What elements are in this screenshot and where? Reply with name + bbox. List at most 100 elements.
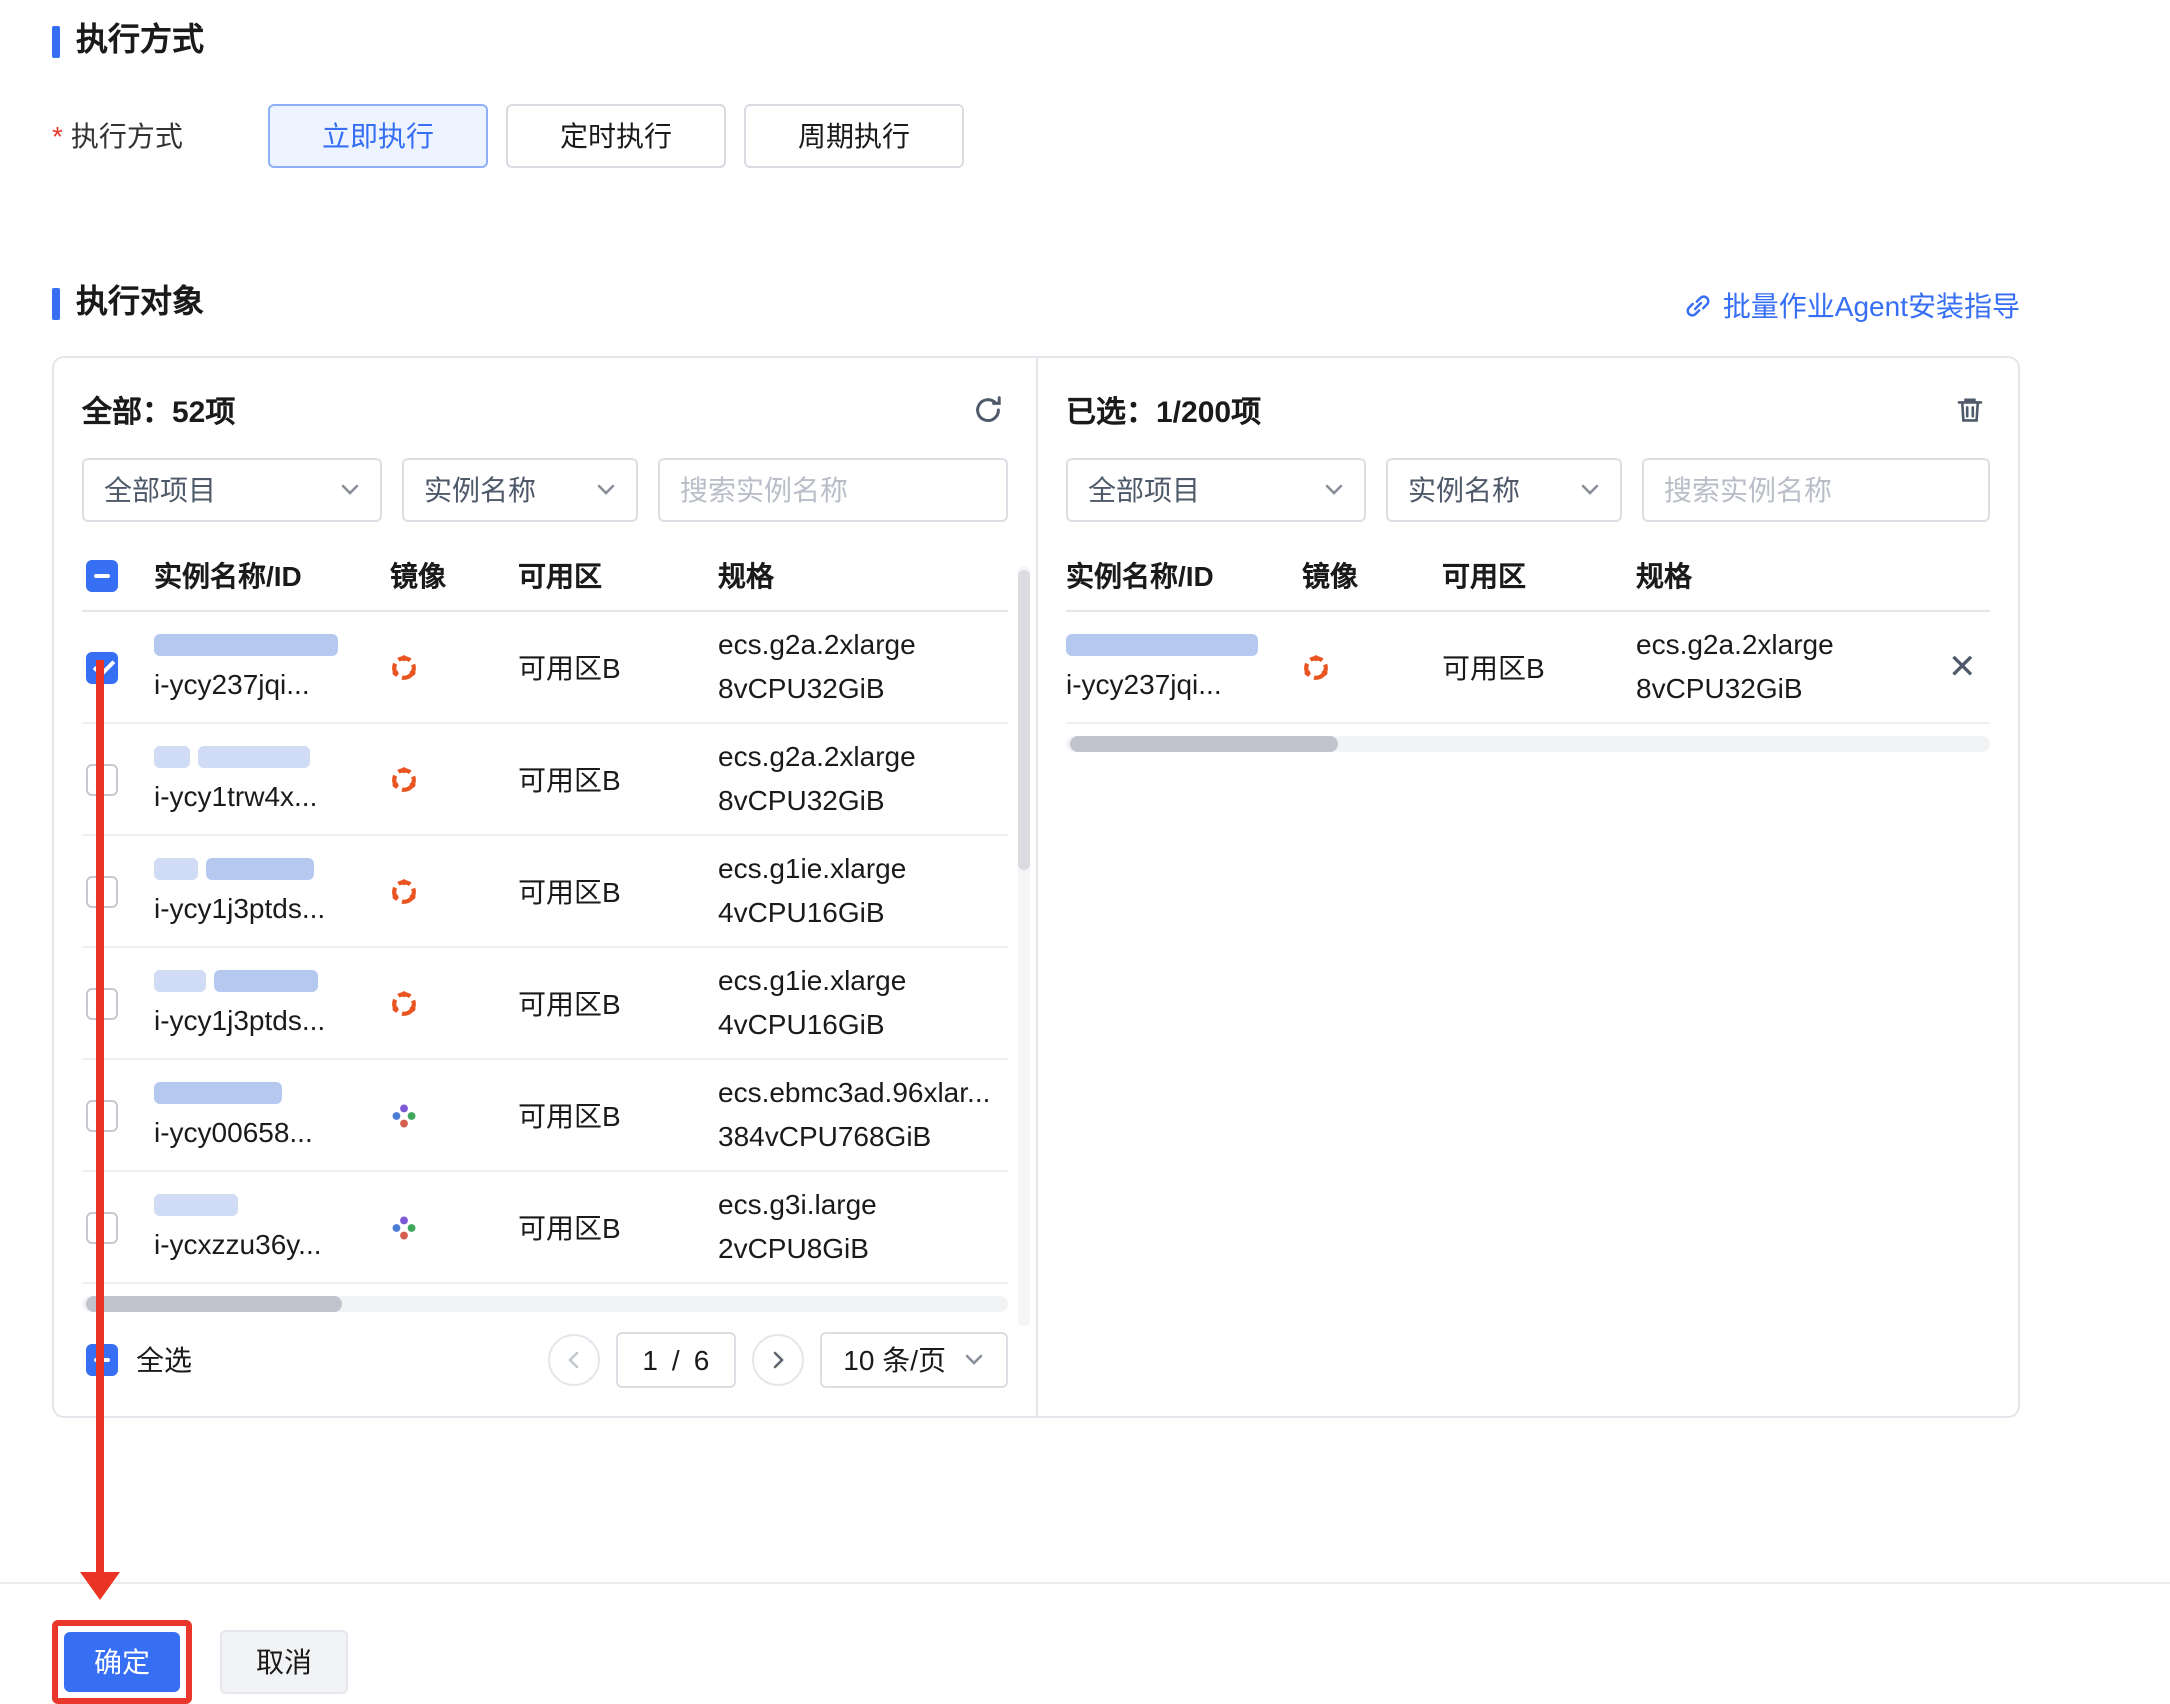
- zone-value: 可用区B: [518, 759, 718, 799]
- column-image: 镜像: [390, 556, 518, 596]
- redacted-instance-name: [154, 634, 338, 656]
- zone-value: 可用区B: [518, 1095, 718, 1135]
- pagination: 1 / 6 10 条/页: [548, 1332, 1008, 1388]
- search-input[interactable]: [658, 458, 1008, 522]
- remove-selected-button[interactable]: ✕: [1936, 648, 1989, 686]
- option-periodic-execution[interactable]: 周期执行: [744, 104, 964, 168]
- search-input[interactable]: [1642, 458, 1990, 522]
- zone-value: 可用区B: [518, 871, 718, 911]
- spec-line1: ecs.g2a.2xlarge: [718, 736, 1008, 779]
- option-scheduled-execution[interactable]: 定时执行: [506, 104, 726, 168]
- section-header-exec-method: 执行方式: [52, 0, 2170, 64]
- redacted-instance-name: [154, 1082, 282, 1104]
- trash-icon: [1954, 402, 1986, 432]
- annotation-arrow-head: [80, 1572, 120, 1600]
- table-row[interactable]: i-ycy00658... 可用区B ecs.ebmc3ad.96xlar...…: [82, 1060, 1008, 1172]
- instance-id: i-ycy237jqi...: [1066, 668, 1302, 700]
- scrollbar-thumb[interactable]: [86, 1296, 342, 1312]
- table-row[interactable]: i-ycy1trw4x... 可用区B ecs.g2a.2xlarge 8vCP…: [82, 724, 1008, 836]
- source-panel-title: 全部：52项: [82, 389, 235, 431]
- page-indicator[interactable]: 1 / 6: [616, 1332, 735, 1388]
- exec-method-section-title: 执行方式: [76, 20, 204, 64]
- page-separator: /: [672, 1344, 680, 1376]
- zone-value: 可用区B: [518, 983, 718, 1023]
- chevron-down-icon: [340, 480, 360, 500]
- chevron-down-icon: [1324, 480, 1344, 500]
- source-table-header: 实例名称/ID 镜像 可用区 规格: [82, 542, 1008, 612]
- annotation-arrow-line: [96, 660, 104, 1576]
- column-spec: 规格: [1636, 556, 1936, 596]
- table-row[interactable]: i-ycy237jqi... 可用区B ecs.g2a.2xlarge 8vCP…: [82, 612, 1008, 724]
- section-accent-bar: [52, 26, 60, 58]
- spec-line2: 8vCPU32GiB: [718, 779, 1008, 822]
- project-filter-dropdown[interactable]: 全部项目: [82, 458, 382, 522]
- confirm-button[interactable]: 确定: [64, 1632, 180, 1692]
- project-filter-dropdown[interactable]: 全部项目: [1066, 458, 1366, 522]
- ubuntu-icon: [390, 653, 518, 681]
- table-row[interactable]: i-ycy1j3ptds... 可用区B ecs.g1ie.xlarge 4vC…: [82, 948, 1008, 1060]
- scrollbar-thumb[interactable]: [1018, 570, 1030, 870]
- page-size-dropdown[interactable]: 10 条/页: [819, 1332, 1008, 1388]
- selected-panel-title: 已选：1/200项: [1066, 389, 1261, 431]
- zone-value: 可用区B: [518, 1207, 718, 1247]
- exec-method-options: 立即执行 定时执行 周期执行: [268, 104, 964, 168]
- chevron-down-icon: [1580, 480, 1600, 500]
- vertical-scrollbar[interactable]: [1018, 566, 1030, 1326]
- table-row[interactable]: i-ycy237jqi... 可用区B ecs.g2a.2xlarge 8vCP…: [1066, 612, 1990, 724]
- required-asterisk: *: [52, 120, 63, 152]
- ubuntu-icon: [390, 765, 518, 793]
- instance-transfer-panel: 全部：52项 全部项目 实例名称: [52, 356, 2020, 1418]
- refresh-button[interactable]: [968, 390, 1008, 430]
- chevron-left-icon: [564, 1350, 584, 1370]
- select-all-label: 全选: [136, 1340, 192, 1380]
- selected-table-header: 实例名称/ID 镜像 可用区 规格: [1066, 542, 1990, 612]
- prev-page-button[interactable]: [548, 1334, 600, 1386]
- table-row[interactable]: i-ycy1j3ptds... 可用区B ecs.g1ie.xlarge 4vC…: [82, 836, 1008, 948]
- horizontal-scrollbar[interactable]: [82, 1296, 1008, 1312]
- instance-id: i-ycy237jqi...: [154, 668, 390, 700]
- cancel-button[interactable]: 取消: [220, 1630, 348, 1694]
- instance-id: i-ycy1j3ptds...: [154, 892, 390, 924]
- zone-value: 可用区B: [518, 647, 718, 687]
- column-image: 镜像: [1302, 556, 1442, 596]
- spec-line1: ecs.g1ie.xlarge: [718, 848, 1008, 891]
- instance-id: i-ycy00658...: [154, 1116, 390, 1148]
- annotation-highlight-box: 确定: [52, 1620, 192, 1704]
- spec-line1: ecs.g2a.2xlarge: [1636, 624, 1936, 667]
- ubuntu-icon: [1302, 653, 1442, 681]
- chevron-down-icon: [964, 1350, 984, 1370]
- redacted-instance-name: [154, 970, 206, 992]
- spec-line2: 4vCPU16GiB: [718, 891, 1008, 934]
- column-name-id: 实例名称/ID: [154, 556, 390, 596]
- redacted-instance-name: [198, 746, 310, 768]
- euler-os-icon: [390, 1101, 518, 1129]
- spec-line2: 384vCPU768GiB: [718, 1115, 1008, 1158]
- spec-line1: ecs.g3i.large: [718, 1184, 1008, 1227]
- next-page-button[interactable]: [751, 1334, 803, 1386]
- option-execute-immediately[interactable]: 立即执行: [268, 104, 488, 168]
- redacted-instance-name: [214, 970, 318, 992]
- exec-target-section-title: 执行对象: [76, 282, 204, 326]
- chevron-down-icon: [596, 480, 616, 500]
- clear-selected-button[interactable]: [1950, 390, 1990, 430]
- search-field-dropdown[interactable]: 实例名称: [1386, 458, 1622, 522]
- source-panel: 全部：52项 全部项目 实例名称: [54, 358, 1036, 1416]
- column-zone: 可用区: [518, 556, 718, 596]
- scrollbar-thumb[interactable]: [1070, 736, 1338, 752]
- exec-method-form-row: *执行方式 立即执行 定时执行 周期执行: [52, 104, 2170, 168]
- search-field-dropdown[interactable]: 实例名称: [402, 458, 638, 522]
- horizontal-scrollbar[interactable]: [1066, 736, 1990, 752]
- page: 执行方式 *执行方式 立即执行 定时执行 周期执行 执行对象 批量作业Agent…: [0, 0, 2170, 1686]
- spec-line2: 4vCPU16GiB: [718, 1003, 1008, 1046]
- redacted-instance-name: [1066, 634, 1258, 656]
- ubuntu-icon: [390, 989, 518, 1017]
- section-header-exec-target: 执行对象 批量作业Agent安装指导: [52, 282, 2020, 326]
- agent-install-guide-link[interactable]: 批量作业Agent安装指导: [1685, 286, 2020, 326]
- select-all-header-checkbox[interactable]: [86, 560, 118, 592]
- column-spec: 规格: [718, 556, 1008, 596]
- ubuntu-icon: [390, 877, 518, 905]
- redacted-instance-name: [206, 858, 314, 880]
- section-accent-bar: [52, 288, 60, 320]
- table-row[interactable]: i-ycxzzu36y... 可用区B ecs.g3i.large 2vCPU8…: [82, 1172, 1008, 1284]
- column-name-id: 实例名称/ID: [1066, 556, 1302, 596]
